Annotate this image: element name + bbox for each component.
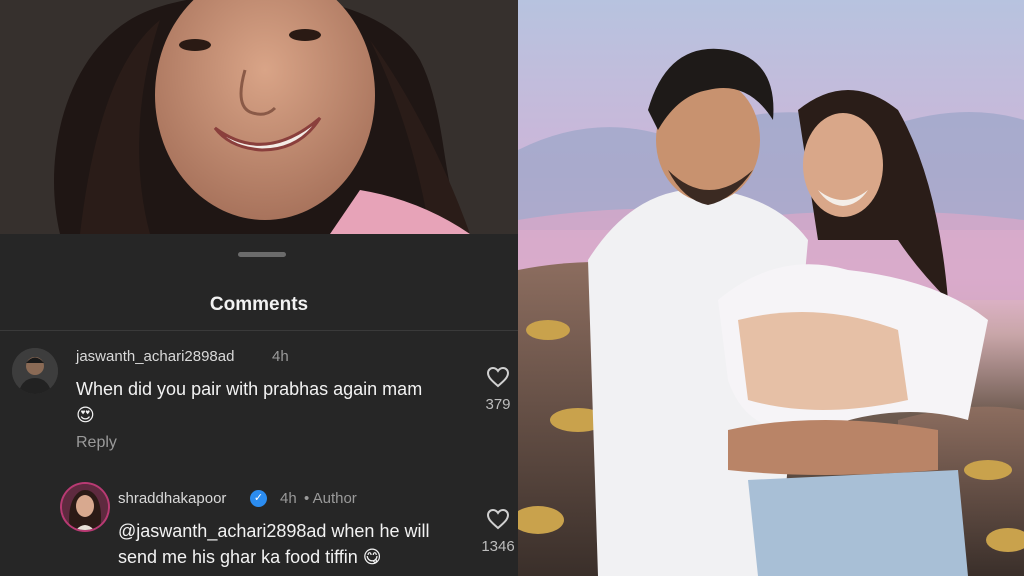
heart-icon[interactable] [486, 366, 510, 388]
heart-icon[interactable] [486, 508, 510, 530]
sheet-title: Comments [209, 294, 309, 315]
comment-username[interactable]: jaswanth_achari2898ad [76, 348, 234, 365]
like-count: 1346 [481, 538, 515, 555]
comment-text: When did you pair with prabhas again mam… [76, 379, 423, 425]
phone-panel: Comments jaswanth_achari2898ad 4h When d… [0, 0, 518, 576]
drag-handle-icon[interactable] [238, 252, 286, 257]
avatar[interactable] [62, 484, 108, 530]
comment-text: @jaswanth_achari2898ad when he will send… [118, 521, 430, 567]
divider [0, 330, 518, 331]
avatar[interactable] [12, 348, 58, 394]
comment-time: 4h [272, 348, 289, 365]
like-count: 379 [485, 396, 511, 413]
verified-badge-icon: ✓ [250, 490, 267, 507]
post-photo [0, 0, 518, 234]
author-label: • Author [304, 490, 357, 507]
comment-username[interactable]: shraddhakapoor [118, 490, 226, 507]
comments-sheet: Comments jaswanth_achari2898ad 4h When d… [0, 234, 518, 576]
comment-time: 4h [280, 490, 297, 507]
poster-image [518, 0, 1024, 576]
reply-button[interactable]: Reply [76, 434, 117, 452]
